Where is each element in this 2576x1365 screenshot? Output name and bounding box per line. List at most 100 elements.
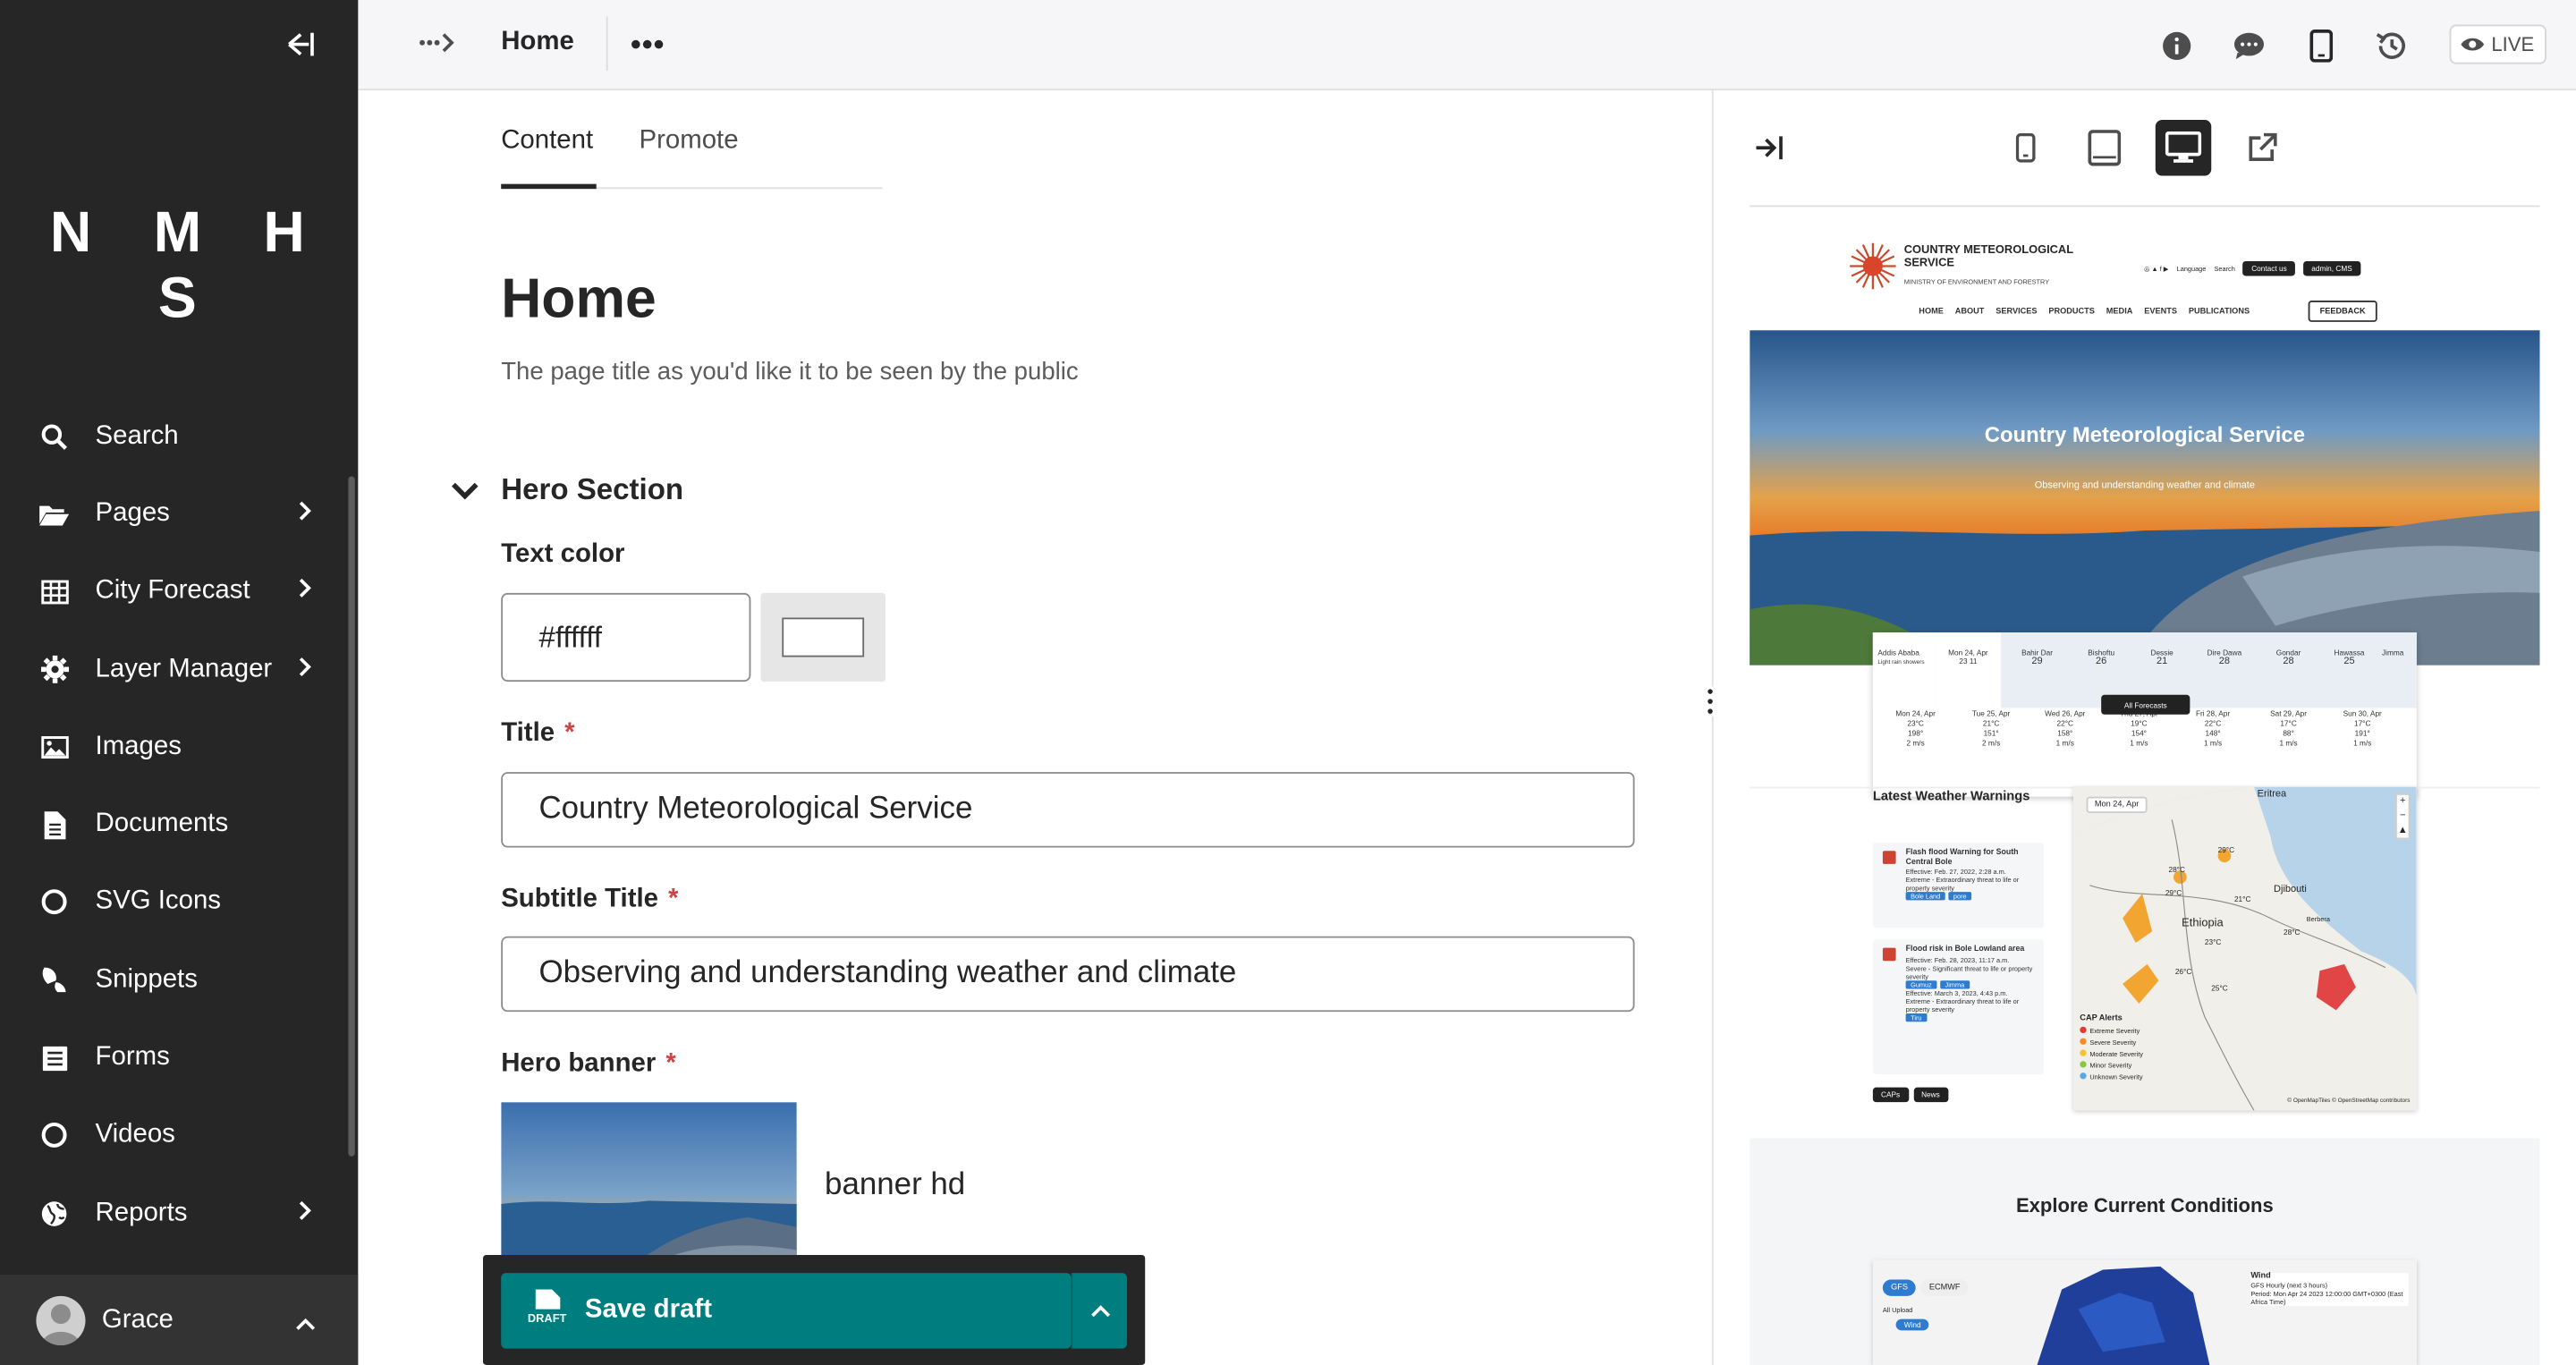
city-name: Dire Dawa — [2207, 649, 2242, 657]
site-logo[interactable]: N M H S — [0, 200, 358, 332]
breadcrumb-current-page[interactable]: Home — [501, 28, 574, 57]
explore-map: GFS ECMWF All Upload Wind Wind GFS Hourl… — [1872, 1259, 2417, 1365]
sidebar-item-city-forecast[interactable]: City Forecast — [0, 553, 358, 631]
save-draft-button[interactable]: DRAFT Save draft — [501, 1273, 1072, 1349]
avatar — [36, 1294, 86, 1345]
map-temp: 21°C — [2233, 894, 2251, 903]
tablet-size-icon[interactable] — [2077, 120, 2132, 175]
day-speed: 1 m/s — [2353, 739, 2372, 748]
day-temp: 22°C — [2056, 719, 2074, 728]
mobile-size-icon[interactable] — [1997, 120, 2053, 175]
title-label: Title * — [501, 719, 574, 749]
header-bar: Home LIVE — [358, 0, 2576, 90]
hero-section-toggle[interactable]: Hero Section — [451, 473, 683, 508]
sidebar-item-layer-manager[interactable]: Layer Manager — [0, 631, 358, 708]
collapse-sidebar-icon[interactable] — [279, 23, 322, 66]
active-tab-indicator — [501, 183, 597, 190]
text-color-input[interactable]: #ffffff — [501, 592, 751, 682]
chevron-up-icon — [296, 1310, 316, 1339]
sidebar-item-images[interactable]: Images — [0, 708, 358, 786]
sidebar-item-reports[interactable]: Reports — [0, 1174, 358, 1252]
day-label: Mon 24, Apr — [1895, 709, 1936, 718]
model-ecmwf: ECMWF — [1920, 1279, 1969, 1296]
chevron-right-icon — [299, 577, 312, 606]
day-temp: 22°C — [2204, 719, 2222, 728]
wind-label: Wind — [2250, 1271, 2271, 1282]
city-note: 26 — [2096, 657, 2107, 667]
city-name: Hawassa — [2334, 649, 2365, 657]
site-admin: admin, CMS — [2303, 260, 2360, 276]
all-forecasts-button: All Forecasts — [2101, 694, 2190, 715]
sidebar-item-svg-icons[interactable]: SVG Icons — [0, 864, 358, 942]
mobile-preview-icon[interactable] — [2303, 28, 2339, 64]
chevron-right-icon — [299, 1199, 312, 1228]
day-speed: 1 m/s — [2130, 739, 2148, 748]
sidebar-item-label: Layer Manager — [95, 654, 273, 683]
sidebar-item-forms[interactable]: Forms — [0, 1019, 358, 1097]
comments-icon[interactable] — [2231, 28, 2267, 64]
warning-tag: Bole Land — [1905, 892, 1945, 901]
sidebar-item-label: Snippets — [95, 965, 198, 994]
sidebar-scrollbar[interactable] — [348, 476, 355, 1157]
site-nav-item: PUBLICATIONS — [2188, 307, 2250, 318]
globe-icon — [39, 1199, 69, 1228]
sidebar-item-documents[interactable]: Documents — [0, 786, 358, 864]
warning-effective: Effective: March 3, 2023, 4:43 p.m. — [1905, 988, 2008, 996]
social-icons: ◎ ▲ f ▶ — [2143, 264, 2169, 273]
subtitle-label-text: Subtitle Title — [501, 885, 659, 914]
sidebar-item-videos[interactable]: Videos — [0, 1097, 358, 1174]
day-wind: 88° — [2283, 729, 2294, 738]
site-feedback: FEEDBACK — [2308, 301, 2377, 322]
cap-legend-item: Severe Severity — [2080, 1037, 2143, 1048]
city-note: Light rain showers — [1877, 658, 1925, 666]
map-region-label: Berbera — [2306, 914, 2330, 924]
site-preview[interactable]: COUNTRY METEOROLOGICAL SERVICE MINISTRY … — [1750, 208, 2540, 1365]
city-note: 25 — [2343, 657, 2355, 667]
history-icon[interactable] — [2374, 28, 2410, 64]
sidebar: N M H S Search Pages City Forecast Layer… — [0, 0, 359, 1365]
save-draft-label: Save draft — [584, 1295, 712, 1325]
subtitle-input[interactable]: Observing and understanding weather and … — [501, 936, 1635, 1013]
map-temp: 26°C — [2174, 967, 2192, 976]
chevron-up-icon — [1090, 1305, 1110, 1318]
more-save-actions-button[interactable] — [1071, 1273, 1128, 1349]
account-menu[interactable]: Grace — [0, 1275, 359, 1365]
map-attribution: © OpenMapTiles © OpenStreetMap contribut… — [2287, 1097, 2411, 1105]
folder-open-icon — [39, 499, 70, 529]
tab-promote[interactable]: Promote — [639, 126, 738, 156]
day-temp: 21°C — [1982, 719, 2000, 728]
info-icon[interactable] — [2158, 28, 2194, 64]
warnings-title: Latest Weather Warnings — [1872, 788, 2030, 803]
day-temp: 17°C — [2353, 719, 2371, 728]
sidebar-item-search[interactable]: Search — [0, 397, 358, 475]
required-marker: * — [665, 1049, 676, 1078]
open-in-new-tab-icon[interactable] — [2234, 120, 2290, 175]
page-title[interactable]: Home — [501, 267, 657, 332]
close-preview-icon[interactable] — [1741, 120, 1797, 175]
tab-content[interactable]: Content — [501, 126, 593, 156]
more-actions-button[interactable] — [629, 28, 665, 69]
day-wind: 148° — [2205, 729, 2221, 738]
legend-dot — [2080, 1038, 2087, 1045]
day-wind: 198° — [1908, 729, 1924, 738]
draft-icon: DRAFT — [526, 1285, 569, 1336]
title-input[interactable]: Country Meteorological Service — [501, 772, 1635, 848]
map-temp: 25°C — [2211, 983, 2228, 993]
live-status-button[interactable]: LIVE — [2449, 24, 2546, 64]
map-region-label: Djibouti — [2274, 885, 2307, 895]
sidebar-item-snippets[interactable]: Snippets — [0, 941, 358, 1019]
warning-tag: Tiru — [1905, 1013, 1928, 1022]
breadcrumb-toggle[interactable] — [418, 26, 457, 59]
news-link: News — [1912, 1087, 1948, 1103]
warnings-links: CAPs News — [1872, 1087, 1948, 1103]
desktop-size-icon[interactable] — [2155, 120, 2212, 176]
day-wind: 158° — [2057, 729, 2073, 738]
day-label: Fri 28, Apr — [2195, 709, 2231, 718]
day-speed: 2 m/s — [1906, 739, 1925, 748]
required-marker: * — [564, 719, 575, 748]
warning-title: Flash flood Warning for South Central Bo… — [1905, 849, 2019, 867]
sidebar-item-pages[interactable]: Pages — [0, 475, 358, 553]
site-nav-item: ABOUT — [1954, 307, 1985, 318]
wind-period: Period: Mon Apr 24 2023 12:00:00 GMT+030… — [2250, 1289, 2403, 1306]
color-picker-button[interactable] — [760, 592, 886, 682]
